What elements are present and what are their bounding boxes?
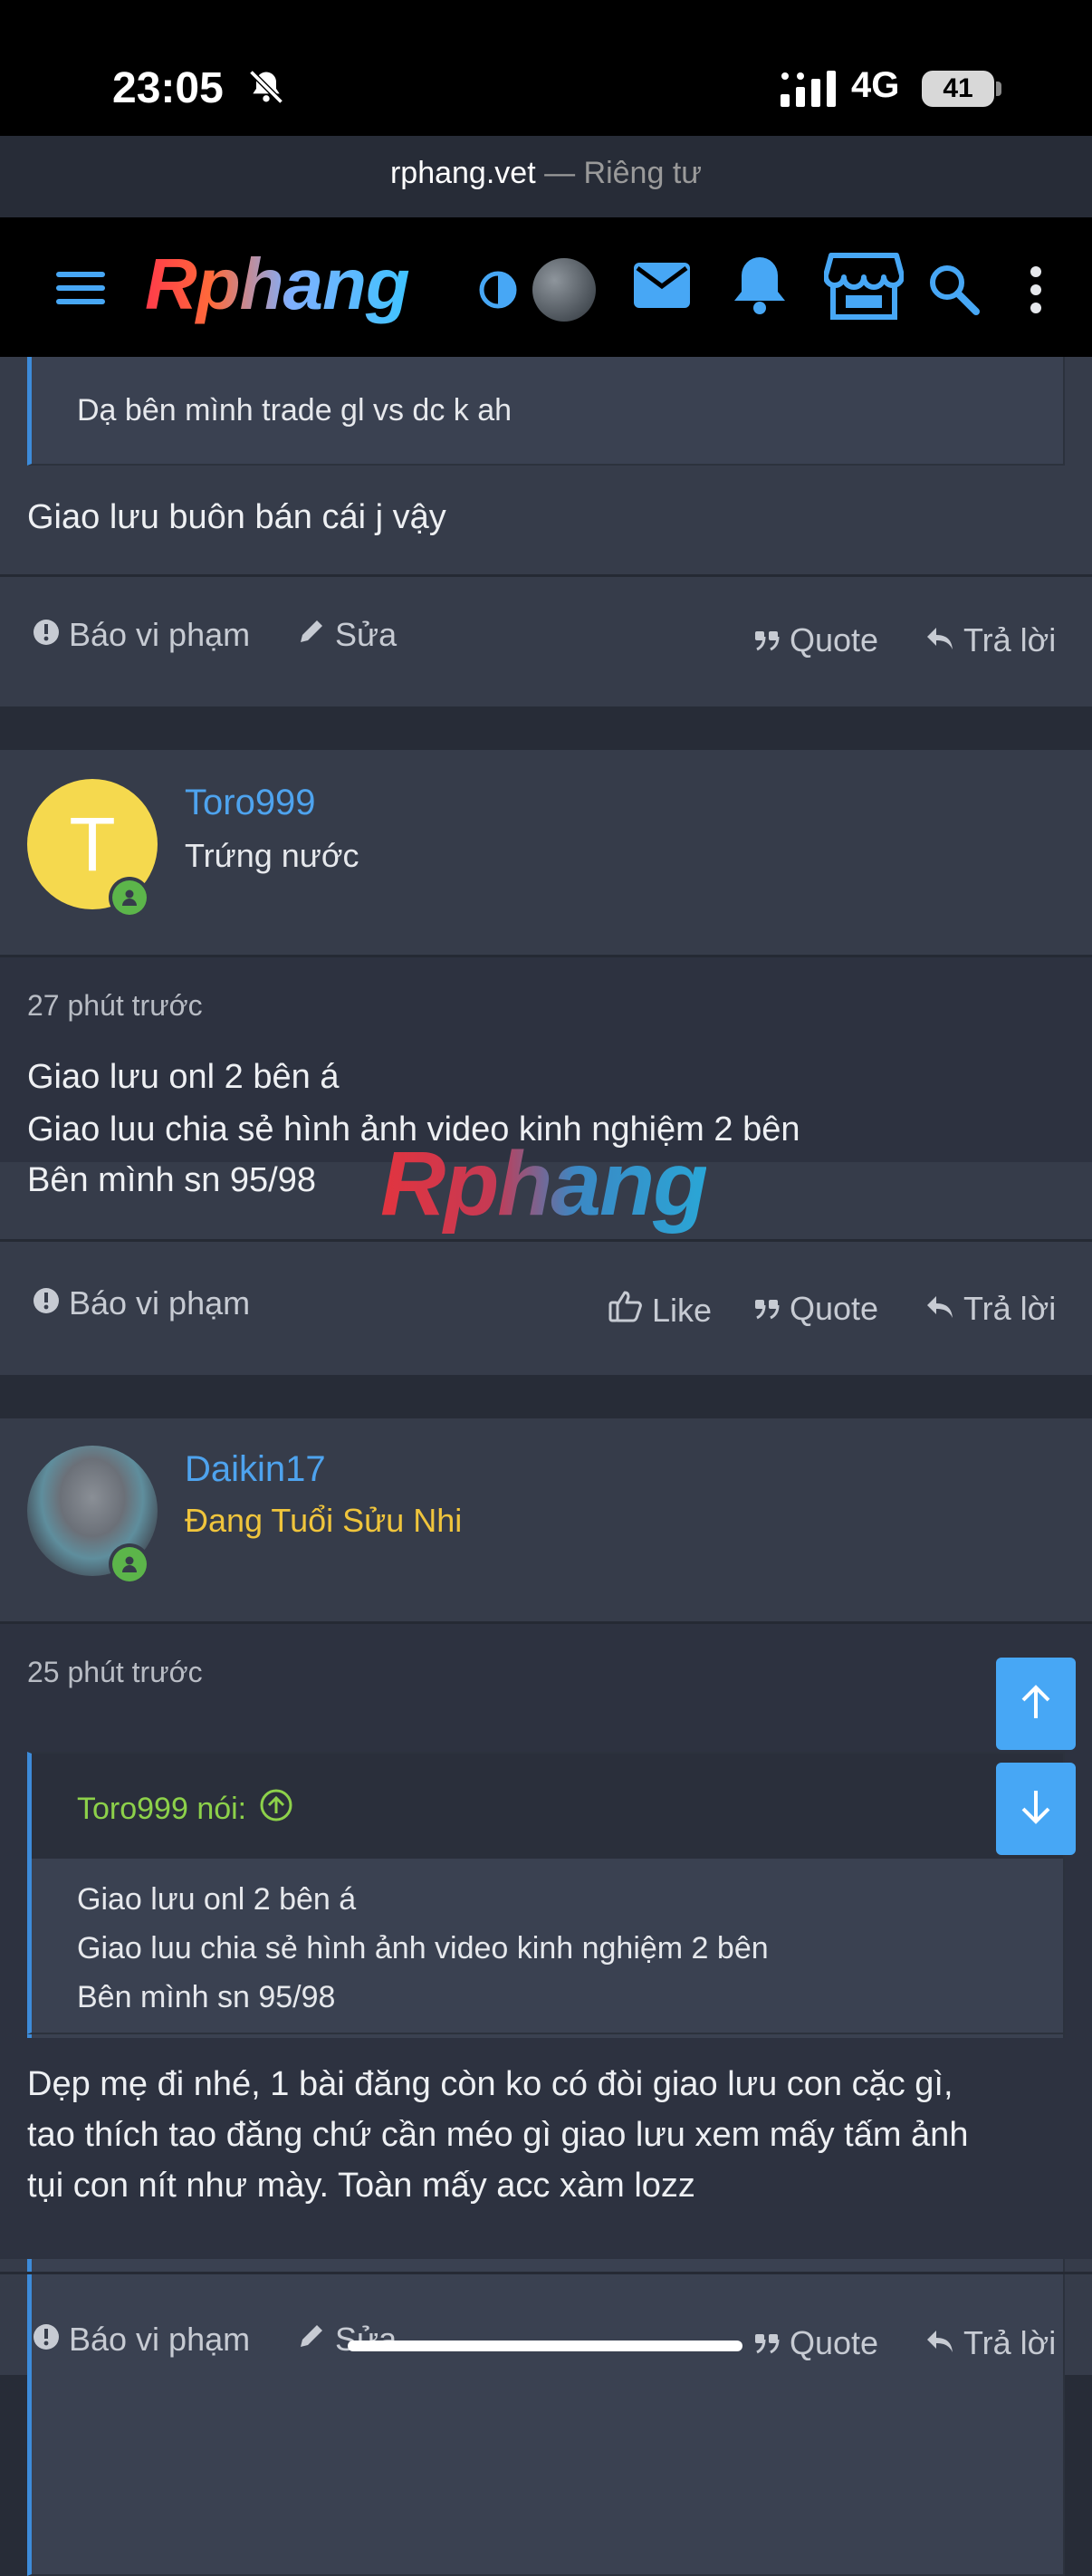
quote-icon xyxy=(753,2324,781,2362)
reply-label: Trả lời xyxy=(963,1290,1057,1327)
status-bar: 23:05 4G 41 xyxy=(0,0,1092,136)
battery-cap xyxy=(996,82,1001,96)
edit-label: Sửa xyxy=(335,616,398,653)
url-privacy: — Riêng tư xyxy=(544,156,703,190)
edit-button[interactable]: Sửa xyxy=(297,2321,397,2359)
quote-author-label: Toro999 nói: xyxy=(77,1792,247,1826)
signal-icon xyxy=(781,71,838,111)
network-type: 4G xyxy=(851,65,900,105)
pencil-icon xyxy=(297,2321,326,2359)
reply-button[interactable]: Trả lời xyxy=(925,1290,1056,1328)
quote-author-link[interactable]: Toro999 nói: xyxy=(77,1788,293,1831)
quote-button[interactable]: Quote xyxy=(753,621,878,659)
reply-button[interactable]: Trả lời xyxy=(925,2324,1056,2362)
watermark-logo: Rphang xyxy=(380,1133,708,1235)
alert-icon xyxy=(33,616,60,654)
arrow-up-circle-icon xyxy=(259,1788,293,1831)
quote-text: Dạ bên mình trade gl vs dc k ah xyxy=(77,393,512,428)
post-divider xyxy=(0,2272,1092,2274)
theme-toggle-icon[interactable] xyxy=(478,270,518,314)
author-name[interactable]: Toro999 xyxy=(185,783,316,823)
card-gap xyxy=(0,706,1092,750)
arrow-down-icon xyxy=(1016,1787,1056,1831)
edit-button[interactable]: Sửa xyxy=(297,616,397,654)
like-label: Like xyxy=(652,1291,713,1329)
report-label: Báo vi phạm xyxy=(69,2321,251,2358)
quote-block-body: Toro999 nói: Giao lưu onl 2 bên á Giao l… xyxy=(27,1752,1065,2034)
like-button[interactable]: Like xyxy=(608,1290,712,1331)
post-card-1: Dạ bên mình trade gl vs dc k ah Giao lưu… xyxy=(0,357,1092,706)
quote-label: Quote xyxy=(790,621,879,658)
author-rank: Trứng nước xyxy=(185,837,359,874)
reply-label: Trả lời xyxy=(963,621,1057,658)
report-button[interactable]: Báo vi phạm xyxy=(33,1284,250,1322)
post-line-3: Bên mình sn 95/98 xyxy=(27,1161,316,1199)
store-icon[interactable] xyxy=(822,252,905,325)
report-label: Báo vi phạm xyxy=(69,1284,251,1322)
reply-label: Trả lời xyxy=(963,2324,1057,2361)
quote-button[interactable]: Quote xyxy=(753,2324,878,2362)
user-avatar[interactable] xyxy=(532,258,596,322)
status-time: 23:05 xyxy=(112,64,224,112)
quote-label: Quote xyxy=(790,2324,879,2361)
online-status-icon xyxy=(109,877,150,918)
more-icon[interactable] xyxy=(1027,264,1045,320)
bell-icon[interactable] xyxy=(732,254,788,322)
quote-header: Toro999 nói: xyxy=(32,1754,1063,1859)
quote-line-1: Giao lưu onl 2 bên á xyxy=(77,1882,357,1917)
quote-block: Dạ bên mình trade gl vs dc k ah xyxy=(27,357,1065,466)
report-button[interactable]: Báo vi phạm xyxy=(33,2321,250,2359)
silent-mode-icon xyxy=(246,67,286,111)
reply-icon xyxy=(925,2324,954,2362)
home-indicator[interactable] xyxy=(348,2341,742,2351)
quote-icon xyxy=(753,621,781,659)
post-divider xyxy=(0,574,1092,577)
quote-icon xyxy=(753,1290,781,1328)
author-rank: Đang Tuổi Sửu Nhi xyxy=(185,1502,463,1539)
site-logo[interactable]: Rphang xyxy=(145,243,410,326)
scroll-top-button[interactable] xyxy=(996,1658,1076,1750)
menu-icon[interactable] xyxy=(54,270,107,311)
post-card-2: T Toro999 Trứng nước 27 phút trước Giao … xyxy=(0,750,1092,1375)
post-divider xyxy=(0,1239,1092,1242)
reply-button[interactable]: Trả lời xyxy=(925,621,1056,659)
url-domain: rphang.vet xyxy=(389,156,536,190)
url-bar[interactable]: rphang.vet — Riêng tư xyxy=(0,156,1092,191)
thumbs-up-icon xyxy=(608,1290,643,1331)
reply-icon xyxy=(925,621,954,659)
arrow-up-icon xyxy=(1016,1682,1056,1726)
report-label: Báo vi phạm xyxy=(69,616,251,653)
alert-icon xyxy=(33,1284,60,1322)
mail-icon[interactable] xyxy=(632,261,692,314)
alert-icon xyxy=(33,2321,60,2359)
post-time[interactable]: 27 phút trước xyxy=(27,989,203,1023)
post-body: Giao lưu buôn bán cái j vậy xyxy=(27,498,446,536)
author-name[interactable]: Daikin17 xyxy=(185,1449,326,1490)
search-icon[interactable] xyxy=(927,263,980,320)
pencil-icon xyxy=(297,616,326,654)
quote-line-2: Giao luu chia sẻ hình ảnh video kinh ngh… xyxy=(77,1931,769,1966)
post-card-3: Daikin17 Đang Tuổi Sửu Nhi 25 phút trước… xyxy=(0,1418,1092,2576)
post-line-3: tụi con nít như mày. Toàn mấy acc xàm lo… xyxy=(27,2167,695,2205)
post-line-2: tao thích tao đăng chứ cần méo gì giao l… xyxy=(27,2116,969,2154)
post-line-1: Dẹp mẹ đi nhé, 1 bài đăng còn ko có đòi … xyxy=(27,2065,953,2103)
card-gap xyxy=(0,1375,1092,1418)
quote-line-3: Bên mình sn 95/98 xyxy=(77,1980,336,2014)
site-navbar: Rphang xyxy=(0,217,1092,357)
quote-button[interactable]: Quote xyxy=(753,1290,878,1328)
post-line-1: Giao lưu onl 2 bên á xyxy=(27,1058,340,1096)
quote-label: Quote xyxy=(790,1290,879,1327)
online-status-icon xyxy=(109,1543,150,1585)
battery-icon: 41 xyxy=(922,71,994,107)
report-button[interactable]: Báo vi phạm xyxy=(33,616,250,654)
scroll-bottom-button[interactable] xyxy=(996,1763,1076,1855)
post-time[interactable]: 25 phút trước xyxy=(27,1656,203,1689)
edit-label: Sửa xyxy=(335,2321,398,2358)
reply-icon xyxy=(925,1290,954,1328)
